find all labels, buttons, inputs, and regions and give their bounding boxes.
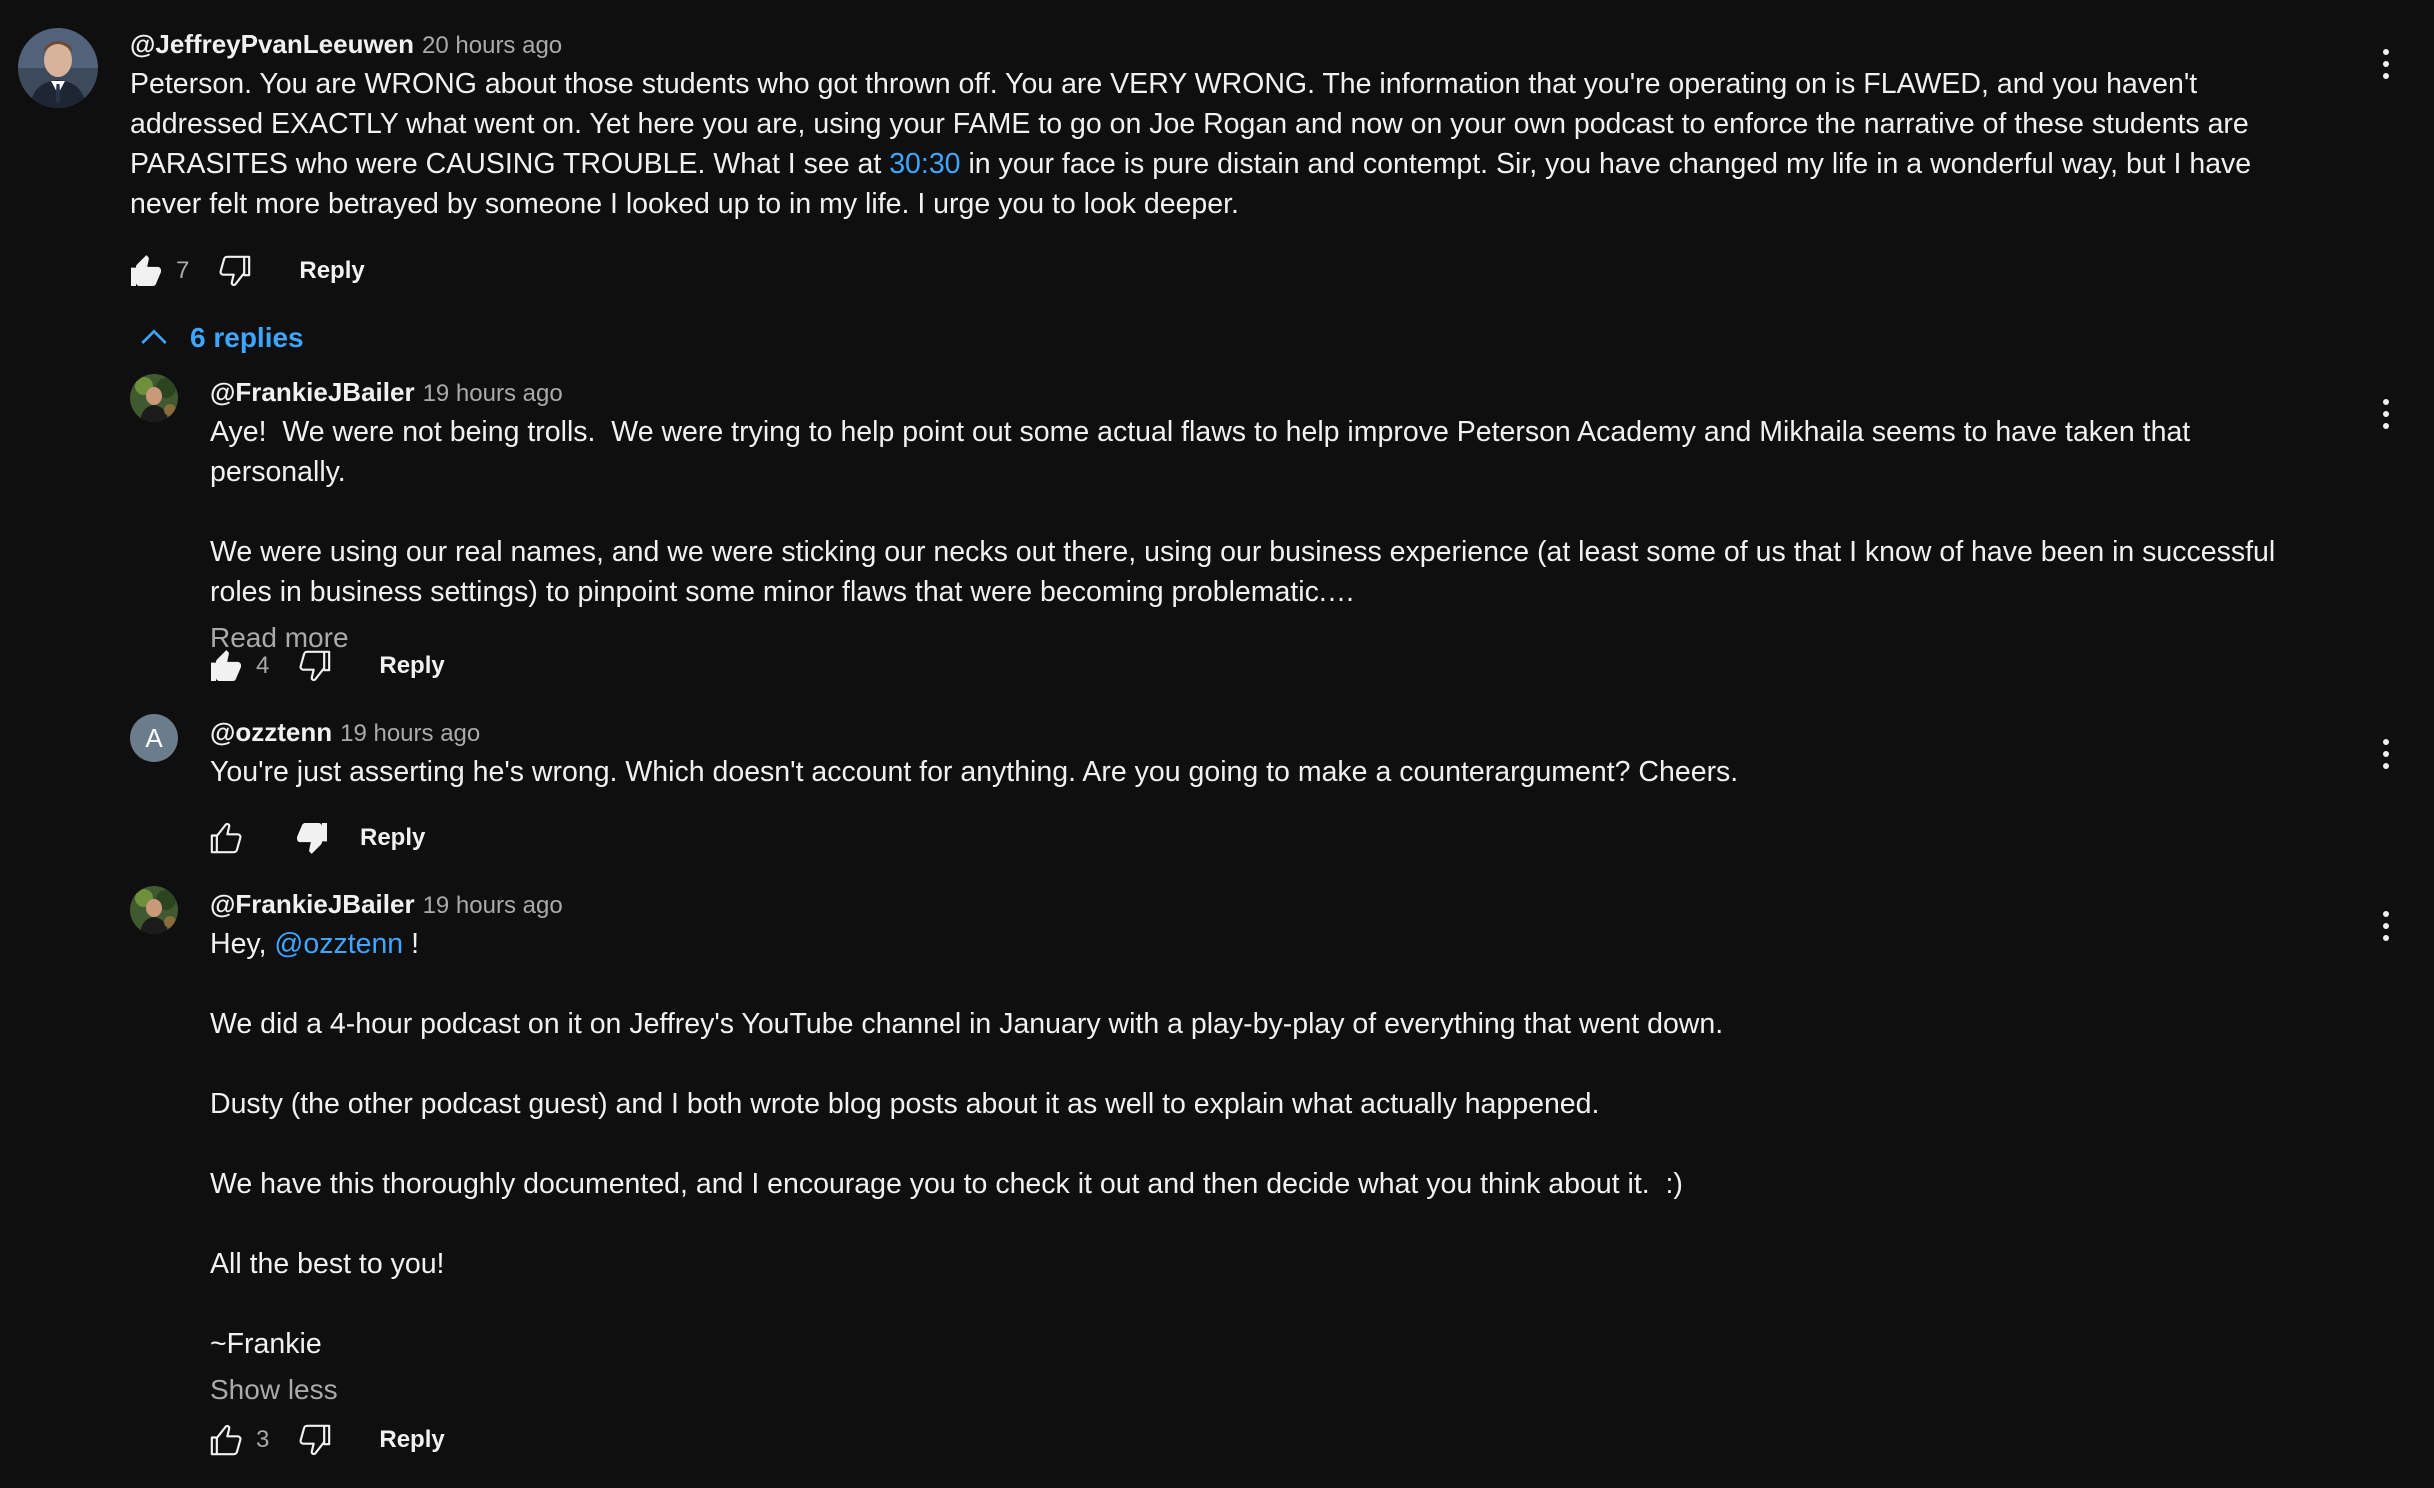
comment-actions: Reply [202,814,425,862]
read-more-button[interactable]: Read more [210,618,2314,658]
reply-button[interactable]: Reply [360,824,425,852]
like-button[interactable] [122,247,170,295]
user-photo-icon [18,28,98,108]
comment-text: Aye! We were not being trolls. We were t… [210,416,2276,608]
thumbs-down-outline-icon [219,255,251,287]
author-name[interactable]: @JeffreyPvanLeeuwen [130,29,414,59]
dislike-button[interactable] [291,1416,339,1464]
more-actions-icon[interactable] [2370,730,2402,778]
thumbs-down-filled-icon [297,823,327,854]
top-comment: @JeffreyPvanLeeuwen 20 hours ago Peterson… [0,0,2434,310]
thumbs-up-filled-icon [131,255,161,286]
thumbs-down-outline-icon [299,1424,331,1456]
author-name[interactable]: @FrankieJBailer [210,889,415,919]
chevron-up-icon [141,329,167,344]
like-count: 3 [256,1426,270,1453]
comment-body: @FrankieJBailer 19 hours ago Hey, @ozzten… [210,884,2314,1410]
replies-count-label: 6 replies [190,322,304,353]
timestamp[interactable]: 19 hours ago [340,720,480,747]
avatar[interactable] [130,374,178,422]
timestamp-link[interactable]: 30:30 [889,148,960,180]
reply-button[interactable]: Reply [379,652,444,680]
like-button[interactable] [202,814,250,862]
like-count: 4 [256,652,270,679]
thumbs-up-outline-icon [210,822,242,854]
comment-text: You're just asserting he's wrong. Which … [210,756,1739,788]
reply-comment: A @ozztenn 19 hours ago You're just asser… [0,710,2434,870]
comment-text-part-2: ! We did a 4-hour podcast on it on Jeffr… [210,928,1724,1360]
comment-header: @ozztenn 19 hours ago [210,712,2314,752]
comment-actions: 3 Reply [202,1416,445,1464]
reply-button[interactable]: Reply [379,1426,444,1454]
more-actions-icon[interactable] [2370,902,2402,950]
timestamp[interactable]: 19 hours ago [423,380,563,407]
user-photo-icon [130,886,178,934]
comment-header: @FrankieJBailer 19 hours ago [210,884,2314,924]
mention-link[interactable]: @ozztenn [274,928,403,960]
more-actions-icon[interactable] [2370,390,2402,438]
comment-body: @FrankieJBailer 19 hours ago Aye! We were… [210,372,2314,658]
comment-text-part-1: Hey, [210,928,275,960]
author-name[interactable]: @ozztenn [210,717,332,747]
comment-actions: 7 Reply [122,247,365,295]
comment-text: Hey, @ozztenn ! We did a 4-hour podcast … [210,924,2314,1364]
replies-toggle-button[interactable]: 6 replies [134,318,304,358]
thumbs-down-outline-icon [299,650,331,682]
like-button[interactable] [202,1416,250,1464]
comment-header: @FrankieJBailer 19 hours ago [210,372,2314,412]
comment-body: @ozztenn 19 hours ago You're just asserti… [210,712,2314,792]
user-photo-icon [130,374,178,422]
reply-comment: @FrankieJBailer 19 hours ago Aye! We were… [0,370,2434,700]
avatar[interactable] [18,28,98,108]
thumbs-up-outline-icon [210,1424,242,1456]
comments-page: @JeffreyPvanLeeuwen 20 hours ago Peterson… [0,0,2434,1488]
avatar-letter: A [145,723,163,753]
timestamp[interactable]: 19 hours ago [423,892,563,919]
more-actions-icon[interactable] [2370,40,2402,88]
timestamp[interactable]: 20 hours ago [422,32,562,59]
comment-header: @JeffreyPvanLeeuwen 20 hours ago [130,24,2314,64]
dislike-button[interactable] [291,642,339,690]
comment-text: Peterson. You are WRONG about those stud… [130,64,2314,224]
comment-body: @JeffreyPvanLeeuwen 20 hours ago Peterson… [130,24,2314,224]
author-name[interactable]: @FrankieJBailer [210,377,415,407]
avatar[interactable]: A [130,714,178,762]
reply-comment: @FrankieJBailer 19 hours ago Hey, @ozzten… [0,882,2434,1488]
show-less-button[interactable]: Show less [210,1370,2314,1410]
dislike-button[interactable] [211,247,259,295]
avatar[interactable] [130,886,178,934]
like-button[interactable] [202,642,250,690]
dislike-button[interactable] [288,814,336,862]
thumbs-up-filled-icon [211,650,241,681]
comment-actions: 4 Reply [202,642,445,690]
like-count: 7 [176,257,190,284]
reply-button[interactable]: Reply [299,257,364,285]
